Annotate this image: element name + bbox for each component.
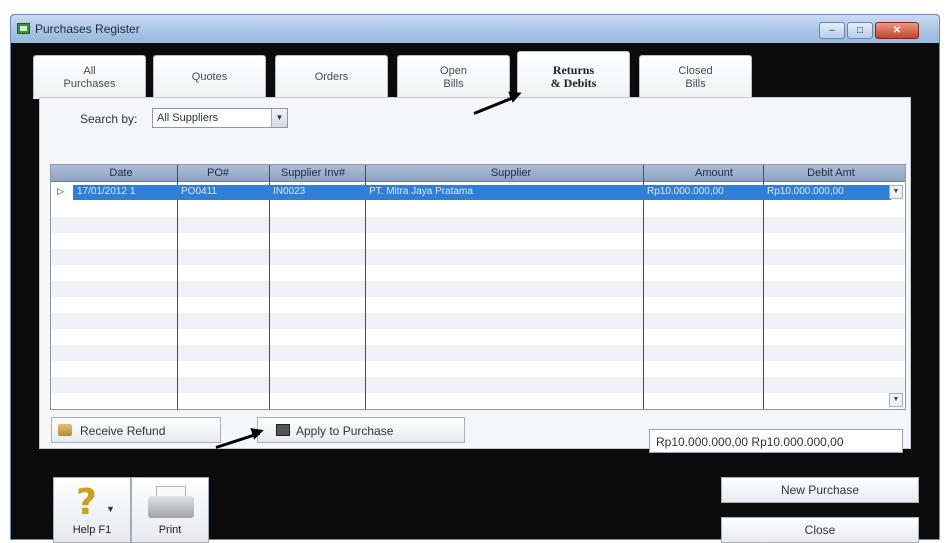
title-bar[interactable]: Purchases Register – □ ✕ (11, 15, 939, 43)
column-divider (365, 165, 366, 409)
minimize-icon: – (829, 25, 835, 36)
grid-row-empty (51, 249, 905, 265)
window-title: Purchases Register (35, 22, 140, 36)
grid-row-empty (51, 377, 905, 393)
column-divider (269, 165, 270, 409)
cell-supplier: PT. Mitra Jaya Pratama (369, 186, 473, 197)
grid-row-empty (51, 201, 905, 217)
purchases-register-window: Purchases Register – □ ✕ All Purchases Q… (10, 14, 940, 543)
cell-date: 17/01/2012 1 (77, 186, 136, 197)
search-by-value: All Suppliers (157, 112, 219, 124)
grid-row-empty (51, 329, 905, 345)
totals-field: Rp10.000.000,00 Rp10.000.000,00 (649, 429, 903, 453)
grid-row-empty (51, 297, 905, 313)
grid-header: Date PO# Supplier Inv# Supplier Amount D… (51, 165, 905, 182)
maximize-icon: □ (856, 25, 864, 36)
column-divider (643, 165, 644, 409)
column-header-supplier[interactable]: Supplier (461, 167, 561, 179)
print-button[interactable]: Print (131, 477, 209, 543)
dropdown-arrow-icon[interactable]: ▼ (271, 109, 287, 127)
tab-closed-bills[interactable]: Closed Bills (639, 55, 752, 99)
apply-icon (276, 424, 290, 436)
tab-returns-debits[interactable]: Returns & Debits (517, 51, 630, 101)
search-by-select[interactable]: All Suppliers ▼ (152, 108, 288, 128)
tab-all-purchases[interactable]: All Purchases (33, 55, 146, 99)
new-purchase-button[interactable]: New Purchase (721, 477, 919, 503)
grid-row-empty (51, 345, 905, 361)
purchases-grid: Date PO# Supplier Inv# Supplier Amount D… (50, 164, 906, 410)
register-panel: Search by: All Suppliers ▼ Date PO# Supp… (39, 97, 911, 449)
grid-row-empty (51, 281, 905, 297)
tab-quotes[interactable]: Quotes (153, 55, 266, 99)
help-question-icon: ? (76, 482, 97, 523)
apply-to-purchase-button[interactable]: Apply to Purchase (257, 417, 465, 443)
cell-amount: Rp10.000.000,00 (647, 186, 724, 197)
grid-row-empty (51, 265, 905, 281)
maximize-button[interactable]: □ (847, 22, 873, 39)
close-button[interactable]: Close (721, 517, 919, 543)
grid-row-empty (51, 233, 905, 249)
help-button[interactable]: ? ▼ Help F1 (53, 477, 131, 543)
grid-row-empty (51, 313, 905, 329)
grid-row-empty (51, 393, 905, 409)
help-dropdown-icon: ▼ (106, 504, 115, 514)
tab-orders[interactable]: Orders (275, 55, 388, 99)
row-pointer-icon: ▷ (57, 186, 64, 196)
column-header-date[interactable]: Date (91, 167, 151, 179)
cell-po: PO0411 (181, 186, 217, 197)
receive-refund-button[interactable]: Receive Refund (51, 417, 221, 443)
app-icon (17, 23, 30, 34)
search-by-label: Search by: (80, 112, 138, 126)
tab-open-bills[interactable]: Open Bills (397, 55, 510, 99)
refund-icon (58, 424, 72, 436)
column-divider (177, 165, 178, 409)
scroll-down-button[interactable]: ▼ (889, 393, 903, 407)
cell-debit-amt: Rp10.000.000,00 (767, 186, 844, 197)
grid-row-empty (51, 361, 905, 377)
printer-icon (148, 496, 194, 518)
cell-supplier-inv: IN0023 (273, 186, 306, 197)
scroll-up-button[interactable]: ▼ (889, 185, 903, 199)
close-icon: ✕ (892, 25, 902, 36)
minimize-button[interactable]: – (819, 22, 845, 39)
close-window-button[interactable]: ✕ (875, 22, 919, 39)
grid-row-empty (51, 217, 905, 233)
column-header-supplier-inv[interactable]: Supplier Inv# (273, 167, 353, 179)
column-header-debit-amt[interactable]: Debit Amt (791, 167, 871, 179)
column-header-po[interactable]: PO# (193, 167, 243, 179)
column-divider (763, 165, 764, 409)
column-header-amount[interactable]: Amount (679, 167, 749, 179)
